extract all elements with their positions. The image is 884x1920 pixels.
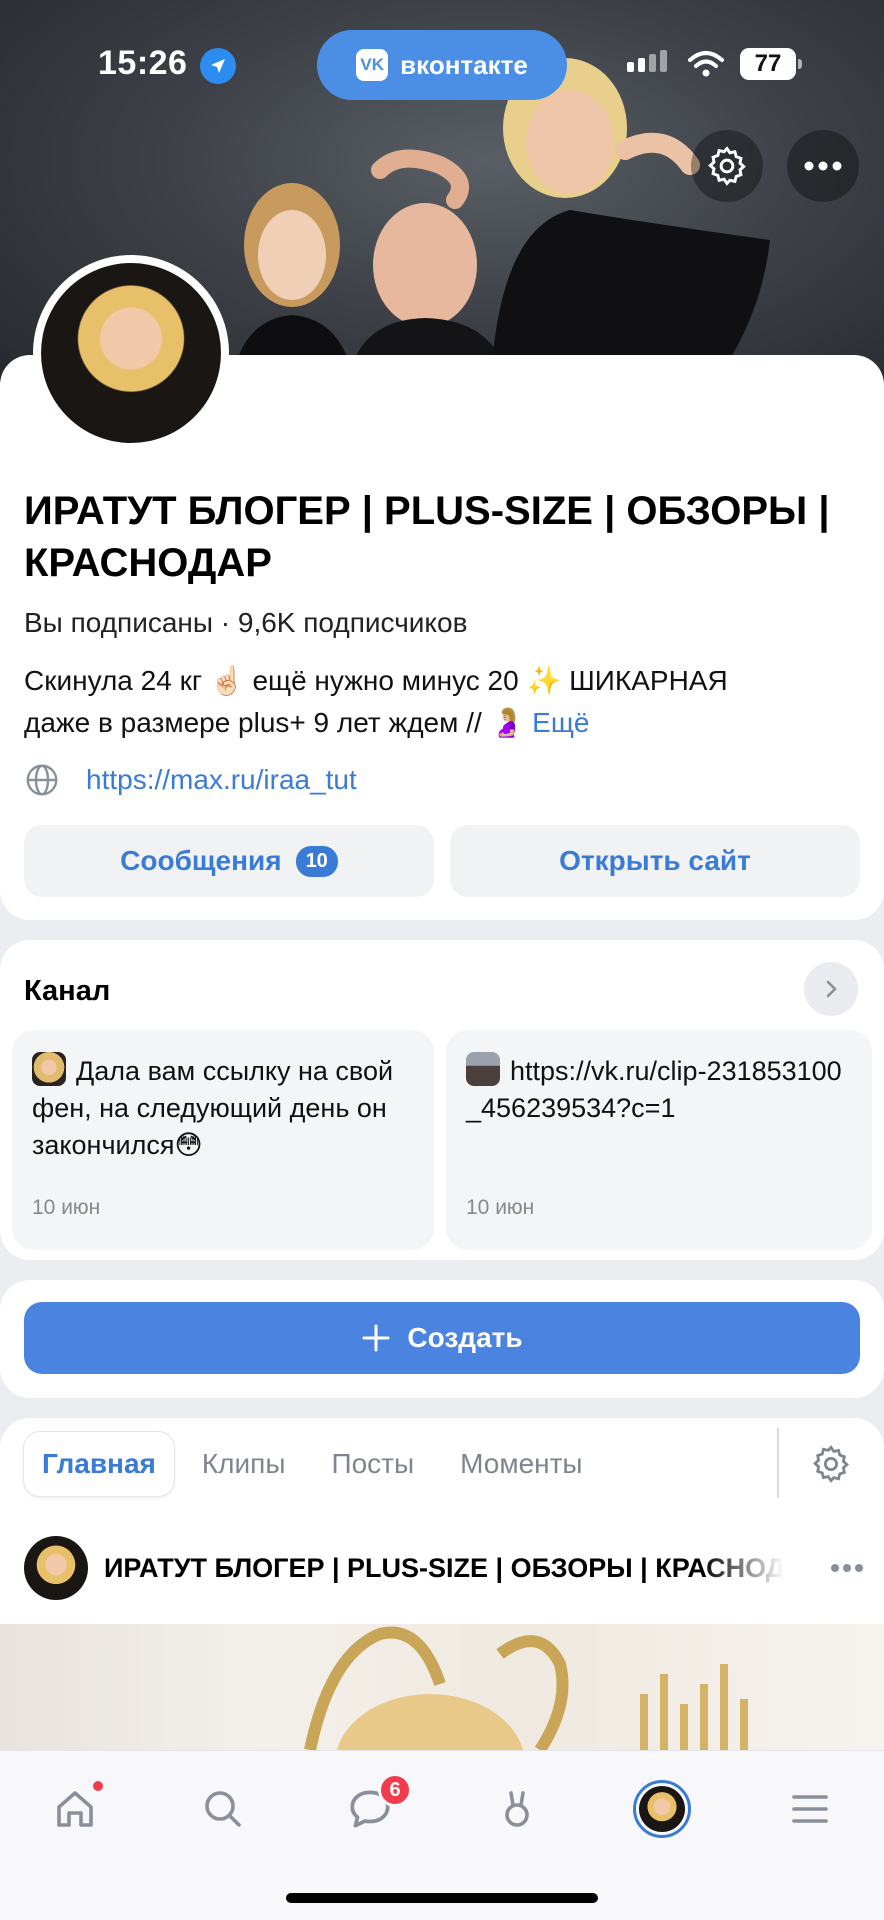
home-icon [57,1791,93,1827]
post-thumbnail [32,1052,66,1086]
post-thumbnail [466,1052,500,1086]
nav-profile[interactable] [632,1779,692,1839]
tab-main[interactable]: Главная [24,1432,174,1496]
messages-button[interactable]: Сообщения 10 [24,825,434,897]
plus-icon [362,1324,390,1352]
location-arrow-icon [200,48,236,84]
clips-icon [505,1791,529,1827]
bio-line-2: даже в размере plus+ 9 лет ждем // 🤰🏼 Ещ… [24,702,864,744]
wifi-icon [688,51,724,77]
open-site-button[interactable]: Открыть сайт [450,825,860,897]
post-photo[interactable] [0,1624,884,1834]
screen: 15:26 VK вконтакте 77 ИРАТУТ БЛОГЕР | PL… [0,0,884,1920]
open-site-label: Открыть сайт [559,845,751,876]
bio-line-1: Скинула 24 кг ☝🏻 ещё нужно минус 20 ✨ ШИ… [24,665,728,696]
channel-title[interactable]: Канал [24,975,110,1008]
avatar-image [41,263,221,443]
hamburger-menu-icon [792,1795,828,1823]
more-options-button[interactable] [787,130,859,202]
search-icon [205,1791,241,1827]
nav-search[interactable] [193,1779,253,1839]
profile-avatar[interactable] [33,255,229,451]
chevron-right-icon [826,980,837,998]
post-date: 10 июн [32,1196,101,1219]
channel-post[interactable]: Дала вам ссылку на свой фен, на следующи… [12,1030,434,1250]
nav-menu[interactable] [780,1779,840,1839]
post-text: https://vk.ru/clip-231853100_456239534?c… [466,1056,842,1123]
create-label: Создать [407,1322,523,1353]
post-text: Дала вам ссылку на свой фен, на следующи… [32,1056,394,1160]
nav-messages[interactable]: 6 [340,1773,412,1839]
messages-count-badge: 6 [378,1773,412,1807]
messages-count-badge: 10 [295,845,338,877]
nav-home[interactable] [45,1779,105,1839]
globe-icon [26,764,58,796]
post-author-avatar[interactable] [24,1536,88,1600]
status-time: 15:26 [98,44,188,82]
vk-logo-icon: VK [356,49,389,81]
battery-indicator: 77 [740,48,802,80]
more-dots-icon [804,161,842,171]
settings-button[interactable] [691,130,763,202]
tab-posts[interactable]: Посты [313,1432,432,1496]
vk-app-pill[interactable]: VK вконтакте [317,30,567,100]
feed-post-header: ИРАТУТ БЛОГЕР | PLUS-SIZE | ОБЗОРЫ | КРА… [24,1536,864,1600]
content-tabs: Главная Клипы Посты Моменты [24,1432,611,1496]
nav-profile-avatar [633,1780,691,1838]
messages-label: Сообщения [120,845,282,876]
cellular-signal-icon [627,50,667,72]
post-author-name[interactable]: ИРАТУТ БЛОГЕР | PLUS-SIZE | ОБЗОРЫ | КРА… [104,1553,784,1584]
website-link[interactable]: https://max.ru/iraa_tut [86,764,357,796]
channel-post[interactable]: https://vk.ru/clip-231853100_456239534?c… [446,1030,872,1250]
post-photo-content [304,1626,748,1834]
community-description: Скинула 24 кг ☝🏻 ещё нужно минус 20 ✨ ШИ… [24,660,864,744]
tab-clips[interactable]: Клипы [184,1432,304,1496]
nav-clips[interactable] [487,1779,547,1839]
home-indicator [286,1893,598,1903]
create-button[interactable]: Создать [24,1302,860,1374]
tabs-divider [777,1428,779,1498]
app-pill-label: вконтакте [400,49,528,80]
bio-line-2-text: даже в размере plus+ 9 лет ждем // 🤰🏼 [24,707,533,738]
tab-moments[interactable]: Моменты [442,1432,600,1496]
tabs-settings-gear-icon[interactable] [810,1443,852,1485]
channel-open-button[interactable] [804,962,858,1016]
community-title: ИРАТУТ БЛОГЕР | PLUS-SIZE | ОБЗОРЫ | КРА… [24,489,830,585]
bio-more-link[interactable]: Ещё [532,707,589,738]
post-more-icon[interactable] [830,1563,864,1573]
subscription-status[interactable]: Вы подписаны · 9,6K подписчиков [24,607,467,639]
post-date: 10 июн [466,1196,535,1219]
gear-icon [708,146,746,186]
website-link-row: https://max.ru/iraa_tut [24,762,357,798]
home-notification-dot [93,1781,103,1791]
